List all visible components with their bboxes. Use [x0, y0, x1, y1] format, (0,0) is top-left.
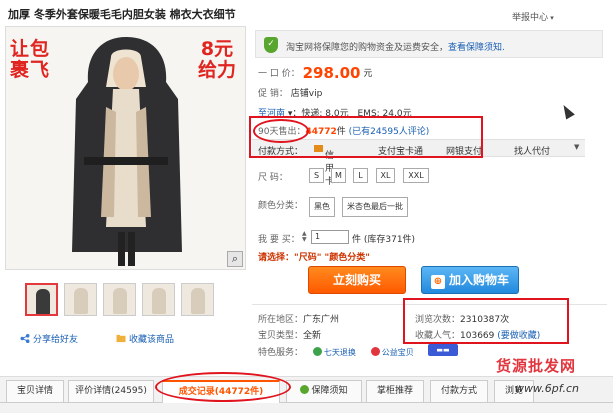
charity-icon — [370, 347, 380, 356]
report-center-link[interactable]: 举报中心 — [512, 10, 554, 23]
shield-icon: ✓ — [264, 37, 278, 53]
share-icon — [20, 334, 30, 343]
promotion-value: 店铺vip — [290, 89, 323, 99]
color-row: 颜色分类： — [258, 198, 303, 211]
promotion-row: 促 销： 店铺vip — [258, 86, 322, 99]
location-value: 广东广州 — [303, 315, 340, 325]
promo-text-left: 让包 裹飞 — [10, 38, 51, 81]
notice-link[interactable]: 查看保障须知. — [448, 43, 505, 53]
size-option-xl[interactable]: XL — [376, 168, 395, 183]
thumbnail-5[interactable] — [181, 283, 214, 316]
chevron-down-icon[interactable]: ▼ — [574, 143, 579, 151]
favorite-link[interactable]: 收藏该商品 — [116, 332, 174, 345]
services-label: 特色服务： — [258, 348, 304, 358]
favorite-label: 收藏该商品 — [129, 335, 175, 345]
quantity-row: 我 要 买： — [258, 232, 300, 245]
tab-payment-methods[interactable]: 付款方式 — [430, 380, 488, 402]
watermark-url: www.6pf.cn — [515, 382, 579, 395]
return-icon — [312, 347, 322, 356]
annotation-oval-records — [155, 372, 291, 402]
size-row: 尺 码： — [258, 170, 288, 183]
product-title: 加厚 冬季外套保暖毛毛内胆女装 棉衣大衣细节 — [8, 8, 236, 21]
quantity-label: 我 要 买： — [258, 235, 300, 245]
annotation-oval-90days — [253, 119, 309, 143]
location-label: 所在地区： — [258, 315, 304, 325]
price-label: 一 口 价： — [258, 69, 300, 79]
notice-text: 淘宝网将保障您的购物资金及运费安全，查看保障须知. — [286, 40, 505, 53]
promotion-label: 促 销： — [258, 89, 288, 99]
tab-reviews[interactable]: 评价详情(24595) — [68, 380, 154, 402]
share-link[interactable]: 分享给好友 — [20, 332, 78, 345]
price-row: 一 口 价： 298.00 元 — [258, 64, 372, 82]
service-charity[interactable]: 公益宝贝 — [368, 346, 417, 359]
annotation-box-views — [403, 298, 569, 344]
thumbnail-2[interactable] — [64, 283, 97, 316]
condition-value: 全新 — [303, 331, 322, 341]
main-product-image[interactable]: 让包 裹飞 8元 给力 ⌕ — [5, 26, 246, 270]
size-option-m[interactable]: M — [331, 168, 346, 183]
color-option-beige[interactable]: 米杏色最后一批 — [342, 197, 408, 217]
condition-label: 宝贝类型： — [258, 331, 304, 341]
quantity-stepper[interactable]: ▲ ▼ — [302, 231, 307, 243]
tab-product-details[interactable]: 宝贝详情 — [6, 380, 64, 402]
condition-row: 宝贝类型：全新 — [258, 328, 321, 341]
service-seven-day-return[interactable]: 七天退换 — [310, 346, 359, 359]
buy-now-button[interactable]: 立刻购买 — [308, 266, 406, 294]
choose-prompt: 请选择："尺码" "颜色分类" — [258, 253, 370, 263]
services-row: 特色服务： 七天退换 公益宝贝 — [258, 345, 417, 359]
thumbnail-3[interactable] — [103, 283, 136, 316]
shield-icon — [300, 385, 310, 394]
thumbnail-strip — [25, 283, 214, 316]
size-option-xxl[interactable]: XXL — [403, 168, 429, 183]
size-option-l[interactable]: L — [353, 168, 368, 183]
service-badge[interactable]: ▬▬ — [428, 344, 458, 356]
price-value: 298.00 — [302, 64, 361, 82]
size-option-s[interactable]: S — [309, 168, 324, 183]
color-label: 颜色分类： — [258, 201, 304, 211]
magnifier-icon[interactable]: ⌕ — [227, 251, 243, 267]
payment-proxy[interactable]: 找人代付 — [514, 144, 550, 157]
tab-guarantee[interactable]: 保障须知 — [286, 380, 362, 402]
notice-message: 淘宝网将保障您的购物资金及运费安全， — [286, 43, 449, 53]
watermark-text: 货源批发网 — [496, 357, 577, 375]
thumbnail-4[interactable] — [142, 283, 175, 316]
cart-icon: ⊕ — [430, 275, 445, 289]
thumbnail-1[interactable] — [25, 283, 58, 316]
quantity-stock: 件 (库存371件) — [352, 235, 416, 245]
service-label: 公益宝贝 — [381, 348, 414, 357]
size-label: 尺 码： — [258, 173, 288, 183]
guarantee-notice: ✓ 淘宝网将保障您的购物资金及运费安全，查看保障须知. — [255, 30, 603, 58]
quantity-input[interactable]: 1 — [311, 230, 349, 244]
tab-shopkeeper-recommend[interactable]: 掌柜推荐 — [366, 380, 424, 402]
mouse-cursor — [559, 102, 575, 120]
color-option-black[interactable]: 黑色 — [309, 197, 335, 217]
add-to-cart-label: 加入购物车 — [448, 273, 509, 287]
promo-text-right: 8元 给力 — [198, 38, 237, 81]
tab-label: 保障须知 — [311, 386, 348, 396]
folder-icon — [116, 334, 126, 343]
service-label: 七天退换 — [323, 348, 356, 357]
tab-baseline — [0, 402, 613, 403]
location-row: 所在地区：广东广州 — [258, 312, 339, 325]
add-to-cart-button[interactable]: ⊕ 加入购物车 — [421, 266, 519, 294]
price-unit: 元 — [363, 69, 373, 79]
share-label: 分享给好友 — [33, 335, 79, 345]
